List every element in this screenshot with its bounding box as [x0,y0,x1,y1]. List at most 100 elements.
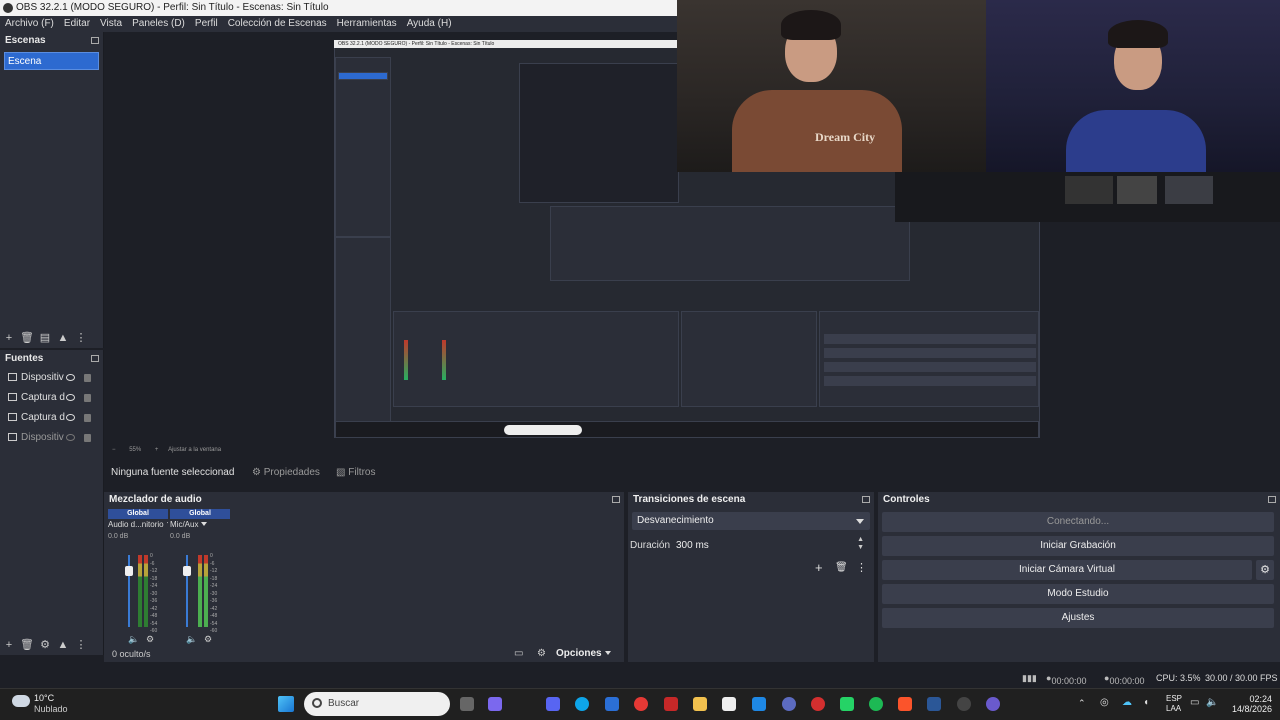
outlook-icon[interactable] [605,697,619,711]
messenger-icon[interactable] [782,697,796,711]
tray-chevron-icon[interactable]: ⌃ [1078,698,1086,709]
eye-icon[interactable] [66,394,75,401]
display-icon[interactable]: ▭ [1190,697,1199,708]
add-scene-icon[interactable]: + [0,328,18,348]
steam-icon[interactable] [927,697,941,711]
obs-logo-icon [3,3,13,13]
source-item[interactable]: Captura d [0,408,103,428]
network-icon[interactable]: ◖ [1143,697,1149,708]
menu-edit[interactable]: Editar [59,16,95,32]
stream-button[interactable]: Conectando... [882,512,1274,532]
spotify-icon[interactable] [869,697,883,711]
checkbox-icon[interactable] [8,373,17,381]
add-transition-icon[interactable]: + [815,560,823,575]
fit-window-select[interactable]: Ajustar a la ventana [168,447,221,453]
start-recording-button[interactable]: Iniciar Grabación [882,536,1274,556]
more-icon[interactable]: ⋮ [72,635,90,655]
menu-docks[interactable]: Paneles (D) [127,16,190,32]
headphones-icon[interactable]: ⚙ [204,634,212,645]
tray-app-icon[interactable]: ◎ [1100,697,1109,708]
checkbox-icon[interactable] [8,413,17,421]
task-view-icon[interactable] [460,697,474,711]
clock-time[interactable]: 02:24 [1222,694,1272,704]
file-explorer-icon[interactable] [693,697,707,711]
menu-profile[interactable]: Perfil [190,16,223,32]
transition-select[interactable]: Desvanecimiento [632,512,870,530]
gear-icon[interactable]: ⚙ [1256,560,1274,580]
options-button[interactable]: Opciones [556,648,611,659]
mixer-layout-icon[interactable]: ▭ [514,648,523,659]
app-purple-icon[interactable] [986,697,1000,711]
zoom-out-icon[interactable]: − [112,447,116,453]
fader-knob[interactable] [183,566,191,576]
onedrive-icon[interactable]: ☁ [1122,697,1132,708]
clock-date[interactable]: 14/8/2026 [1222,704,1272,714]
eye-icon[interactable] [66,414,75,421]
brave-icon[interactable] [898,697,912,711]
more-icon[interactable]: ⋮ [72,328,90,348]
channel-name[interactable]: Audio d...nitorio [108,519,168,531]
scene-item[interactable]: Escena [4,52,99,70]
undock-icon[interactable] [862,496,870,503]
filters-button[interactable]: ▧ Filtros [336,465,382,481]
speaker-icon[interactable]: 🔈 [186,634,197,645]
fader-knob[interactable] [125,566,133,576]
lock-icon[interactable] [84,394,91,402]
move-up-icon[interactable]: ▲ [54,635,72,655]
undock-icon[interactable] [91,355,99,362]
remove-transition-icon[interactable]: 🗑 [835,562,848,573]
start-virtual-cam-button[interactable]: Iniciar Cámara Virtual [882,560,1252,580]
gear-icon[interactable]: ⚙ [36,635,54,655]
properties-button[interactable]: ⚙ Propiedades [252,465,324,481]
menu-help[interactable]: Ayuda (H) [402,16,457,32]
opera-icon[interactable] [811,697,825,711]
eye-icon[interactable] [66,374,75,381]
mixer-settings-icon[interactable]: ⚙ [537,648,546,659]
menu-file[interactable]: Archivo (F) [0,16,59,32]
source-item[interactable]: Dispositiv [0,368,103,388]
zoom-in-icon[interactable]: + [155,447,159,453]
checkbox-icon[interactable] [8,433,17,441]
store-icon[interactable] [722,697,736,711]
source-item[interactable]: Captura d [0,388,103,408]
speaker-icon[interactable]: 🔈 [128,634,139,645]
studio-mode-button[interactable]: Modo Estudio [882,584,1274,604]
duration-stepper[interactable]: ▲ ▼ [857,536,864,552]
language-code[interactable]: ESP [1166,694,1182,703]
chrome-icon[interactable] [634,697,648,711]
undock-icon[interactable] [1268,496,1276,503]
whatsapp-icon[interactable] [840,697,854,711]
language-layout[interactable]: LAA [1166,704,1181,713]
lock-icon[interactable] [84,374,91,382]
move-up-icon[interactable]: ▲ [54,328,72,348]
headphones-icon[interactable]: ⚙ [146,634,154,645]
channel-name[interactable]: Mic/Aux [170,519,230,531]
volume-icon[interactable]: 🔈 [1206,697,1218,708]
source-item[interactable]: Dispositiv [0,428,103,448]
app-red-icon[interactable] [664,697,678,711]
obs-taskbar-icon[interactable] [957,697,971,711]
taskbar-search[interactable]: Buscar [304,692,450,716]
start-icon[interactable] [278,696,294,712]
duration-input[interactable]: 300 ms [676,538,866,554]
remove-scene-icon[interactable]: 🗑 [18,328,36,348]
shirt-text: Dream City [815,130,876,144]
copilot-icon[interactable] [488,697,502,711]
settings-button[interactable]: Ajustes [882,608,1274,628]
undock-icon[interactable] [91,37,99,44]
checkbox-icon[interactable] [8,393,17,401]
menu-view[interactable]: Vista [95,16,127,32]
more-icon[interactable]: ⋮ [856,561,867,574]
lock-icon[interactable] [84,414,91,422]
teams-icon[interactable] [546,697,560,711]
lock-icon[interactable] [84,434,91,442]
defender-icon[interactable] [752,697,766,711]
menu-tools[interactable]: Herramientas [332,16,402,32]
eye-hidden-icon[interactable] [66,434,75,441]
edge-icon[interactable] [575,697,589,711]
filter-icon[interactable]: ▤ [36,328,54,348]
menu-scene-collection[interactable]: Colección de Escenas [223,16,332,32]
undock-icon[interactable] [612,496,620,503]
remove-source-icon[interactable]: 🗑 [18,635,36,655]
add-source-icon[interactable]: + [0,635,18,655]
